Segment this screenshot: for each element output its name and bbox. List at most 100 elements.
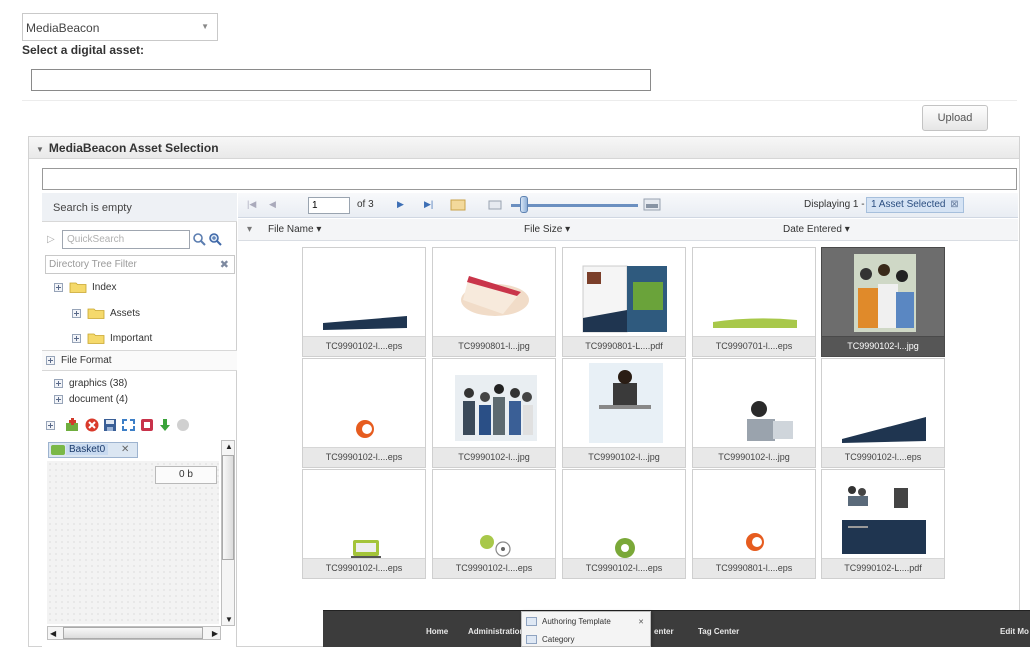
nav-administration[interactable]: Administration bbox=[468, 627, 524, 636]
horizontal-scroll-thumb[interactable] bbox=[63, 627, 203, 639]
tree-item-label: Important bbox=[110, 332, 153, 344]
nav-home[interactable]: Home bbox=[426, 627, 448, 636]
source-dropdown-value: MediaBeacon bbox=[26, 21, 100, 35]
nav-edit-mode[interactable]: Edit Mo bbox=[1000, 627, 1029, 636]
column-file-name[interactable]: File Name ▾ bbox=[268, 224, 321, 235]
new-basket-icon[interactable] bbox=[65, 418, 81, 432]
asset-filename: TC9990102-l...jpg bbox=[563, 447, 685, 467]
slider-handle[interactable] bbox=[520, 196, 528, 213]
column-file-size[interactable]: File Size ▾ bbox=[524, 224, 570, 235]
file-format-header[interactable]: File Format bbox=[42, 350, 237, 371]
asset-thumbnail[interactable]: TC9990102-L....pdf bbox=[821, 469, 945, 579]
scroll-up-icon[interactable]: ▲ bbox=[225, 442, 233, 451]
nav-tag-center[interactable]: Tag Center bbox=[698, 627, 739, 636]
prev-page-icon[interactable]: ◀ bbox=[269, 199, 276, 210]
asset-thumbnail[interactable]: TC9990801-L....pdf bbox=[562, 247, 686, 357]
category-icon bbox=[526, 635, 537, 644]
large-thumb-icon[interactable] bbox=[643, 198, 661, 211]
directory-filter-placeholder: Directory Tree Filter bbox=[49, 259, 137, 270]
menu-item-category[interactable]: Category bbox=[526, 635, 574, 644]
asset-thumbnail[interactable]: TC9990102-l...jpg bbox=[562, 358, 686, 468]
download-icon[interactable] bbox=[158, 418, 172, 432]
asset-preview-image bbox=[747, 401, 793, 441]
nav-enter[interactable]: enter bbox=[654, 627, 674, 636]
first-page-icon[interactable]: |◀ bbox=[247, 199, 256, 210]
expand-icon[interactable] bbox=[46, 420, 55, 430]
column-date-entered[interactable]: Date Entered ▾ bbox=[783, 224, 850, 235]
asset-thumbnail[interactable]: TC9990801-l...jpg bbox=[432, 247, 556, 357]
scroll-right-icon[interactable]: ▶ bbox=[212, 629, 218, 638]
selected-count-badge[interactable]: 1 Asset Selected ⊠ bbox=[866, 197, 964, 213]
close-icon[interactable]: ✕ bbox=[638, 618, 644, 626]
vertical-scroll-thumb[interactable] bbox=[222, 455, 234, 560]
panel-header[interactable]: ▼ MediaBeacon Asset Selection bbox=[29, 137, 1019, 159]
next-page-icon[interactable]: ▶ bbox=[397, 199, 404, 210]
asset-path-input[interactable] bbox=[31, 69, 651, 91]
clear-filter-icon[interactable]: ✖ bbox=[220, 258, 229, 271]
asset-thumbnail[interactable]: TC9990102-l...jpg bbox=[692, 358, 816, 468]
file-format-title: File Format bbox=[61, 355, 112, 366]
source-dropdown[interactable]: MediaBeacon ▼ bbox=[22, 13, 218, 41]
tree-item-important[interactable]: Important bbox=[72, 330, 152, 346]
expand-icon[interactable] bbox=[72, 333, 81, 343]
asset-filename: TC9990801-L....pdf bbox=[563, 336, 685, 356]
tree-item-label: Assets bbox=[110, 307, 141, 319]
asset-thumbnail[interactable]: TC9990701-l....eps bbox=[692, 247, 816, 357]
asset-thumbnail[interactable]: TC9990102-l....eps bbox=[302, 247, 426, 357]
asset-preview-image bbox=[351, 540, 381, 559]
asset-filename: TC9990801-l...jpg bbox=[433, 336, 555, 356]
column-label: File Size bbox=[524, 224, 563, 235]
thumbnail-size-slider[interactable] bbox=[511, 204, 638, 207]
expand-icon[interactable] bbox=[46, 356, 55, 365]
asset-thumbnail[interactable]: TC9990102-l....eps bbox=[302, 358, 426, 468]
menu-item-authoring-template[interactable]: Authoring Template bbox=[526, 617, 611, 626]
asset-preview-image bbox=[461, 276, 529, 316]
collapse-icon[interactable]: ▼ bbox=[36, 145, 44, 154]
asset-filename: TC9990102-l....eps bbox=[822, 447, 944, 467]
asset-thumbnail[interactable]: TC9990102-l....eps bbox=[821, 358, 945, 468]
play-icon: ▷ bbox=[47, 234, 55, 245]
close-icon[interactable]: ✕ bbox=[121, 444, 129, 455]
asset-thumbnail[interactable]: TC9990102-l....eps bbox=[562, 469, 686, 579]
save-icon[interactable] bbox=[103, 418, 117, 432]
quick-search-input[interactable] bbox=[62, 230, 190, 249]
page-number-input[interactable] bbox=[308, 197, 350, 214]
expand-icon[interactable] bbox=[54, 378, 63, 388]
asset-thumbnail[interactable]: TC9990102-l...jpg bbox=[821, 247, 945, 357]
advanced-search-icon[interactable] bbox=[209, 233, 222, 246]
tree-item-index[interactable]: Index bbox=[54, 279, 116, 295]
last-page-icon[interactable]: ▶| bbox=[424, 199, 433, 210]
asset-filename: TC9990102-l....eps bbox=[563, 558, 685, 578]
menu-item-label: Authoring Template bbox=[542, 617, 611, 626]
small-thumb-icon[interactable] bbox=[488, 200, 502, 210]
slideshow-icon[interactable] bbox=[450, 198, 466, 212]
expand-icon[interactable] bbox=[72, 308, 81, 318]
asset-filename: TC9990102-l....eps bbox=[433, 558, 555, 578]
scroll-left-icon[interactable]: ◀ bbox=[50, 629, 56, 638]
panel-search-input[interactable] bbox=[42, 168, 1017, 190]
expand-icon[interactable] bbox=[54, 394, 63, 404]
facet-graphics[interactable]: graphics (38) bbox=[54, 375, 127, 391]
stop-icon[interactable] bbox=[140, 418, 154, 432]
close-icon[interactable]: ⊠ bbox=[950, 199, 958, 210]
asset-preview-image bbox=[455, 375, 537, 441]
basket-tab[interactable]: Basket0 ✕ bbox=[48, 442, 138, 458]
search-icon[interactable] bbox=[193, 233, 206, 246]
tree-item-assets[interactable]: Assets bbox=[72, 305, 140, 321]
sort-icon[interactable]: ▾ bbox=[247, 224, 252, 235]
facet-document[interactable]: document (4) bbox=[54, 391, 128, 407]
asset-filename: TC9990102-l...jpg bbox=[822, 336, 944, 356]
asset-thumbnail[interactable]: TC9990801-l....eps bbox=[692, 469, 816, 579]
column-label: Date Entered bbox=[783, 224, 842, 235]
basket-drop-area[interactable] bbox=[47, 461, 219, 624]
expand-view-icon[interactable] bbox=[121, 418, 136, 432]
asset-thumbnail[interactable]: TC9990102-l...jpg bbox=[432, 358, 556, 468]
asset-thumbnail[interactable]: TC9990102-l....eps bbox=[432, 469, 556, 579]
directory-tree-filter[interactable]: Directory Tree Filter ✖ bbox=[45, 255, 235, 274]
expand-icon[interactable] bbox=[54, 282, 63, 292]
upload-button[interactable]: Upload bbox=[922, 105, 988, 131]
chevron-down-icon: ▼ bbox=[201, 22, 209, 31]
asset-thumbnail[interactable]: TC9990102-l....eps bbox=[302, 469, 426, 579]
delete-icon[interactable] bbox=[85, 418, 99, 432]
scroll-down-icon[interactable]: ▼ bbox=[225, 615, 233, 624]
